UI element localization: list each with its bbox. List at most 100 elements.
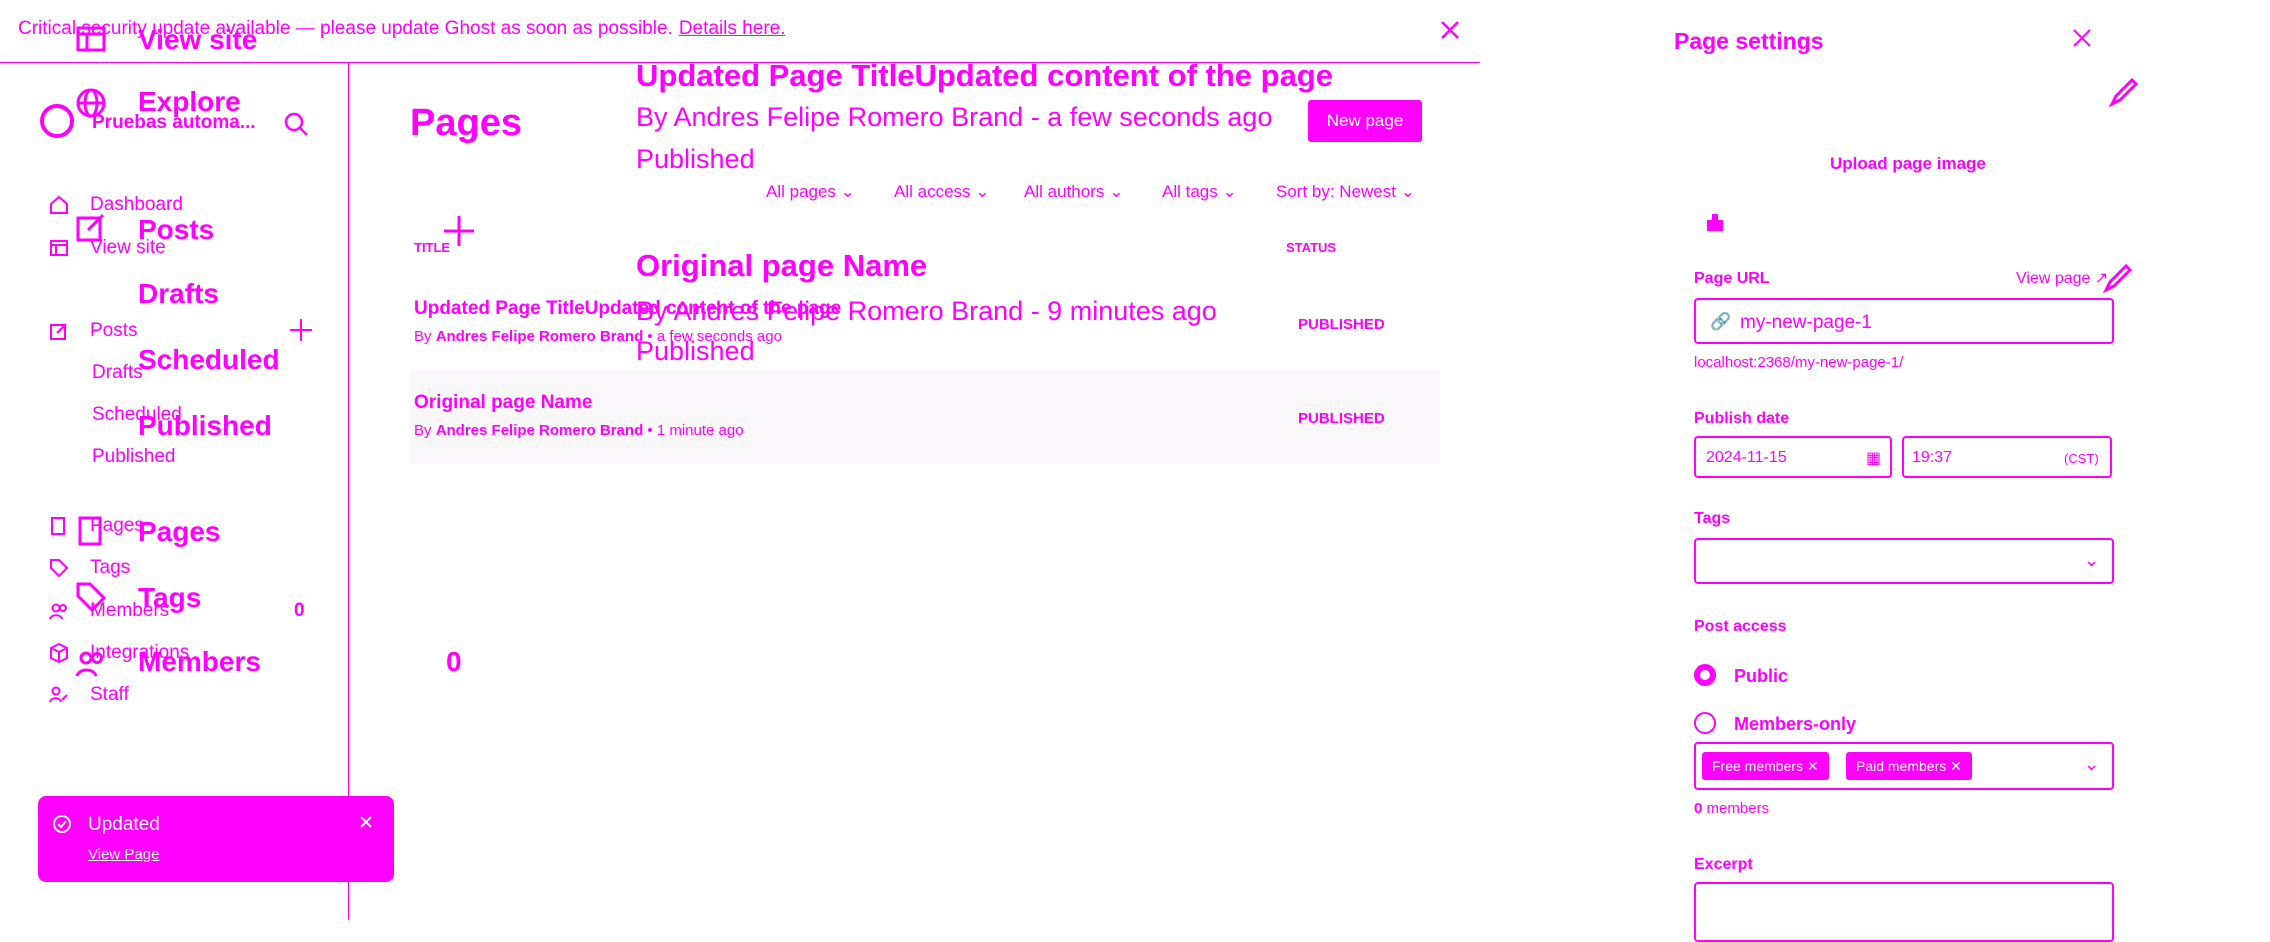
image-icon <box>1706 212 1724 232</box>
banner-details-link[interactable]: Details here. <box>679 18 786 39</box>
calendar-icon: ▦ <box>1866 450 1882 467</box>
post-access-label: Post access <box>1694 618 1787 635</box>
chip-label: Free members <box>1712 758 1804 774</box>
check-circle-icon <box>52 814 72 834</box>
filter-all-authors[interactable]: All authors ⌄ <box>1024 182 1123 202</box>
banner-text: Critical security update available — ple… <box>18 18 673 39</box>
members-word: members <box>1706 800 1770 817</box>
overlay-nav-posts[interactable]: Posts <box>138 214 214 246</box>
overlay-row1-title: Updated Page TitleUpdated content of the… <box>636 58 1333 93</box>
upload-image-button[interactable]: Upload page image <box>1830 154 1986 174</box>
members-count-note: 0 members <box>1694 800 1769 817</box>
pencil-icon[interactable] <box>2108 76 2140 108</box>
cube-icon <box>48 642 70 664</box>
row-author: Andres Felipe Romero Brand <box>435 422 644 439</box>
overlay-nav-view-site[interactable]: View site <box>138 24 257 56</box>
publish-date-input[interactable]: 2024-11-15 ▦ <box>1694 436 1892 478</box>
search-icon[interactable] <box>282 110 310 138</box>
nav-posts[interactable]: Posts <box>90 320 138 342</box>
close-icon[interactable] <box>358 814 374 830</box>
column-header-title: TITLE <box>414 240 451 255</box>
nav-published[interactable]: Published <box>92 446 175 468</box>
toast-view-page-link[interactable]: View Page <box>88 846 159 863</box>
panel-title: Page settings <box>1674 28 1824 54</box>
chevron-down-icon: ⌄ <box>1400 182 1415 201</box>
toast-notification: Updated View Page <box>38 796 394 882</box>
radio-public-label[interactable]: Public <box>1734 666 1788 687</box>
date-value: 2024-11-15 <box>1706 449 1787 466</box>
close-icon[interactable]: ✕ <box>1950 758 1962 774</box>
filter-label: Sort by: Newest <box>1276 182 1396 201</box>
members-icon <box>74 646 108 680</box>
excerpt-textarea[interactable] <box>1694 882 2114 942</box>
tags-select[interactable]: ⌄ <box>1694 538 2114 584</box>
members-count: 0 <box>294 600 305 621</box>
view-page-label: View page <box>2016 270 2091 287</box>
chevron-down-icon: ⌄ <box>2084 550 2100 570</box>
window-icon <box>74 22 108 56</box>
overlay-nav-members[interactable]: Members <box>138 646 261 678</box>
banner-message: Critical security update available — ple… <box>18 18 786 40</box>
tag-icon <box>74 580 108 614</box>
close-icon[interactable]: ✕ <box>1807 758 1819 774</box>
radio-members-only[interactable] <box>1694 712 1716 734</box>
chevron-down-icon: ⌄ <box>1109 182 1124 201</box>
overlay-row1-status: Published <box>636 144 755 174</box>
banner-close-icon[interactable] <box>1438 18 1462 42</box>
filter-all-tags[interactable]: All tags ⌄ <box>1162 182 1237 202</box>
timezone-label: (CST) <box>2064 451 2099 466</box>
radio-public[interactable] <box>1694 664 1716 686</box>
nav-staff[interactable]: Staff <box>90 684 129 706</box>
new-post-plus-icon[interactable] <box>288 317 314 343</box>
tags-label: Tags <box>1694 510 1731 527</box>
overlay-nav-drafts[interactable]: Drafts <box>138 278 219 310</box>
sort-dropdown[interactable]: Sort by: Newest ⌄ <box>1276 182 1415 202</box>
pencil-square-icon <box>48 320 70 342</box>
pencil-icon[interactable] <box>2102 262 2134 294</box>
status-badge: PUBLISHED <box>1298 410 1385 427</box>
overlay-nav-tags[interactable]: Tags <box>138 582 201 614</box>
publish-time-input[interactable]: 19:37 (CST) <box>1902 436 2112 478</box>
new-page-button[interactable]: New page <box>1308 100 1422 142</box>
toast-title: Updated <box>88 814 160 835</box>
overlay-row1-meta: By Andres Felipe Romero Brand - a few se… <box>636 102 1273 132</box>
row-time: • 1 minute ago <box>647 422 744 439</box>
view-page-link[interactable]: View page ↗ <box>2016 268 2108 288</box>
row-author: Andres Felipe Romero Brand <box>435 328 644 345</box>
pencil-square-icon <box>74 210 108 244</box>
page-url-input[interactable]: 🔗 my-new-page-1 <box>1694 298 2114 344</box>
chevron-down-icon: ⌄ <box>975 182 990 201</box>
overlay-nav-explore[interactable]: Explore <box>138 86 241 118</box>
row-by: By <box>414 422 432 439</box>
chevron-down-icon: ⌄ <box>840 182 855 201</box>
close-icon[interactable] <box>2070 26 2094 50</box>
nav-drafts[interactable]: Drafts <box>92 362 143 384</box>
members-icon <box>48 600 70 622</box>
overlay-members-count: 0 <box>446 646 462 677</box>
site-logo[interactable] <box>40 104 74 138</box>
chip-paid-members[interactable]: Paid members ✕ <box>1846 752 1972 780</box>
full-url: localhost:2368/my-new-page-1/ <box>1694 354 1904 371</box>
page-title: Pages <box>410 102 522 144</box>
filter-label: All access <box>894 182 971 201</box>
overlay-nav-published[interactable]: Published <box>138 410 272 442</box>
chip-free-members[interactable]: Free members ✕ <box>1702 752 1829 780</box>
table-row[interactable] <box>410 370 1440 464</box>
filter-all-access[interactable]: All access ⌄ <box>894 182 990 202</box>
radio-members-only-label[interactable]: Members-only <box>1734 714 1856 735</box>
member-tiers-select[interactable]: Free members ✕ Paid members ✕ ⌄ <box>1694 742 2114 790</box>
filter-label: All tags <box>1162 182 1218 201</box>
column-header-status: STATUS <box>1286 240 1337 255</box>
link-icon: 🔗 <box>1710 312 1732 331</box>
overlay-nav-pages[interactable]: Pages <box>138 516 221 548</box>
time-value: 19:37 <box>1912 449 1953 466</box>
filter-all-pages[interactable]: All pages ⌄ <box>766 182 855 202</box>
publish-date-label: Publish date <box>1694 410 1790 427</box>
overlay-row2-title: Original page Name <box>636 248 928 283</box>
nav-tags[interactable]: Tags <box>90 557 130 579</box>
chevron-down-icon: ⌄ <box>2084 754 2100 774</box>
overlay-row2-meta: By Andres Felipe Romero Brand - 9 minute… <box>636 296 1217 326</box>
chevron-down-icon: ⌄ <box>1222 182 1237 201</box>
overlay-nav-scheduled[interactable]: Scheduled <box>138 344 280 376</box>
row-title[interactable]: Original page Name <box>414 392 592 414</box>
